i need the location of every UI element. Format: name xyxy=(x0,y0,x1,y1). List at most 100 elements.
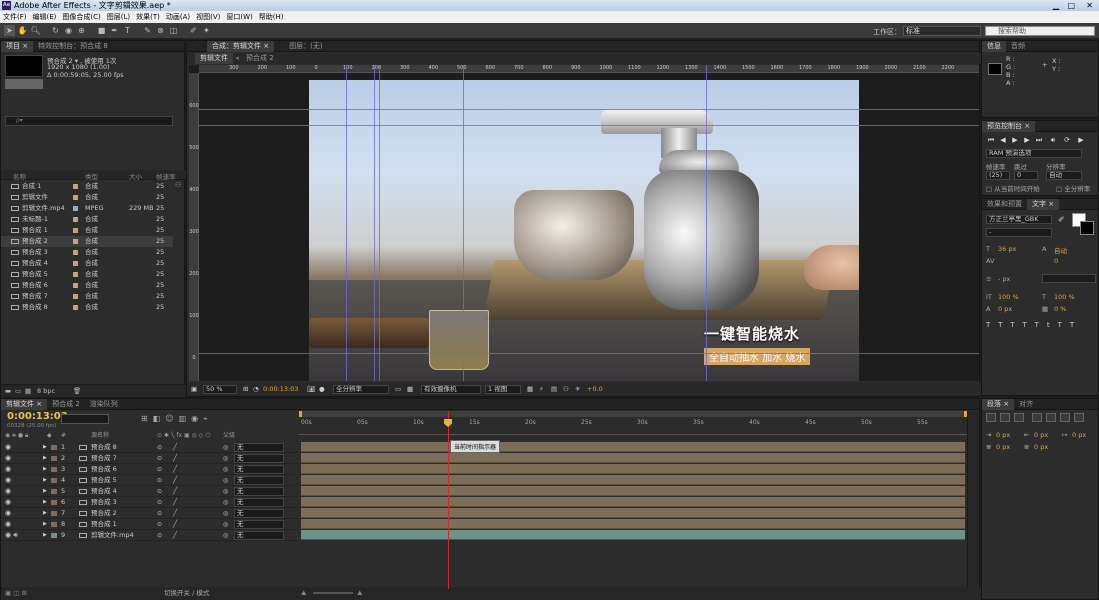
guide-line[interactable] xyxy=(463,65,464,381)
zoom-slider[interactable] xyxy=(313,592,353,594)
collapse-switch-icon[interactable]: ⊙ xyxy=(157,442,162,453)
layer-label-color[interactable] xyxy=(51,489,57,494)
fullscreen-checkbox[interactable]: □ 全分辨率 xyxy=(1056,183,1090,193)
justify-left-button[interactable] xyxy=(1032,413,1042,422)
quality-switch-icon[interactable]: ╱ xyxy=(173,497,177,508)
puppet-tool-icon[interactable]: ✦ xyxy=(201,25,212,36)
minimize-icon[interactable]: ▁ xyxy=(1053,0,1059,11)
expand-arrow-icon[interactable]: ▶ xyxy=(43,530,47,541)
timeline-icon[interactable]: ▤ xyxy=(551,383,557,396)
quality-switch-icon[interactable]: ╱ xyxy=(173,508,177,519)
column-name[interactable]: 名称 xyxy=(13,171,26,181)
layer-name[interactable]: 预合成 2 xyxy=(91,508,117,519)
tab-project[interactable]: 项目 × xyxy=(1,41,34,52)
camera-select[interactable]: 有效摄像机 xyxy=(421,385,481,394)
text-tool-icon[interactable]: T xyxy=(122,25,133,36)
toggle-pixel-aspect-icon[interactable]: ▦ xyxy=(527,383,533,396)
parent-select[interactable]: 无 xyxy=(234,454,284,463)
project-item[interactable]: 预合成 8 合成 25 xyxy=(1,302,173,313)
collapse-switch-icon[interactable]: ⊙ xyxy=(157,464,162,475)
label-color-swatch[interactable] xyxy=(73,294,78,299)
timeline-layer-row[interactable]: ◉ ▶ 3 预合成 6 ⊙ ╱ ◎ 无 xyxy=(1,464,297,475)
label-color-swatch[interactable] xyxy=(73,195,78,200)
visibility-eye-icon[interactable]: ◉ xyxy=(5,442,11,453)
timeline-search-input[interactable] xyxy=(61,414,109,424)
quality-switch-icon[interactable]: ╱ xyxy=(173,464,177,475)
collapse-switch-icon[interactable]: ⊙ xyxy=(157,486,162,497)
ruler-top[interactable]: 300 200 100 0 100 200 300 400 500 600 700 800 900 100… xyxy=(199,65,979,73)
visibility-eye-icon[interactable]: ◉ 🔊︎ xyxy=(5,530,18,541)
draft-3d-icon[interactable]: ◧ xyxy=(153,414,166,423)
quality-switch-icon[interactable]: ╱ xyxy=(173,486,177,497)
brush-tool-icon[interactable]: ✎ xyxy=(142,25,153,36)
column-size[interactable]: 大小 xyxy=(129,171,142,181)
from-current-checkbox[interactable]: □ 从当前时间开始 xyxy=(986,183,1040,193)
next-frame-icon[interactable]: ▶︎ xyxy=(1022,136,1032,145)
small-caps-button[interactable]: Tt xyxy=(1035,321,1058,329)
search-help-input[interactable]: 搜索帮助 xyxy=(985,26,1095,36)
menu-layer[interactable]: 图层(L) xyxy=(104,11,133,23)
menu-composition[interactable]: 图像合成(C) xyxy=(59,11,103,23)
parent-pickwhip-icon[interactable]: ◎ xyxy=(223,475,228,486)
parent-pickwhip-icon[interactable]: ◎ xyxy=(223,442,228,453)
tab-info[interactable]: 信息 xyxy=(982,41,1006,52)
project-item[interactable]: 剪辑文件 合成 25 xyxy=(1,192,173,203)
collapse-switch-icon[interactable]: ⊙ xyxy=(157,530,162,541)
parent-pickwhip-icon[interactable]: ◎ xyxy=(223,486,228,497)
timeline-layer-row[interactable]: ◉ ▶ 8 预合成 1 ⊙ ╱ ◎ 无 xyxy=(1,519,297,530)
label-color-swatch[interactable] xyxy=(73,283,78,288)
guide-line[interactable] xyxy=(706,65,707,381)
zoom-in-icon[interactable]: ⛰ xyxy=(357,587,362,599)
interpret-footage-icon[interactable]: ▬ xyxy=(5,385,11,397)
clone-tool-icon[interactable]: ⊗ xyxy=(155,25,166,36)
timeline-layer-row[interactable]: ◉ ▶ 5 预合成 4 ⊙ ╱ ◎ 无 xyxy=(1,486,297,497)
work-area-start-handle[interactable] xyxy=(299,411,302,417)
justify-right-button[interactable] xyxy=(1060,413,1070,422)
first-frame-icon[interactable]: ⏮ xyxy=(986,136,996,145)
align-left-button[interactable] xyxy=(986,413,996,422)
timeline-layer-row[interactable]: ◉ ▶ 1 预合成 8 ⊙ ╱ ◎ 无 xyxy=(1,442,297,453)
parent-select[interactable]: 无 xyxy=(234,498,284,507)
tab-character[interactable]: 文字 × xyxy=(1027,199,1060,210)
timeline-scrollbar[interactable] xyxy=(967,411,979,587)
zoom-select[interactable]: 50 % xyxy=(203,385,237,394)
source-name-column[interactable]: 源名称 xyxy=(91,431,109,441)
play-icon[interactable]: ▶︎ xyxy=(1010,136,1020,145)
font-family-select[interactable]: 方正兰亭黑_GBK xyxy=(986,215,1052,224)
project-item[interactable]: 预合成 1 合成 25 xyxy=(1,225,173,236)
frame-blending-icon[interactable]: ▥ xyxy=(179,414,192,423)
space-after-value[interactable]: 0 px xyxy=(1034,443,1048,451)
label-color-swatch[interactable] xyxy=(73,261,78,266)
project-item[interactable]: 预合成 2 合成 25 xyxy=(1,236,173,247)
workspace-select[interactable]: 标准 xyxy=(903,26,981,36)
layer-name[interactable]: 预合成 3 xyxy=(91,497,117,508)
region-of-interest-icon[interactable]: ▭ xyxy=(395,383,401,396)
superscript-button[interactable]: T xyxy=(1058,321,1070,329)
menu-effect[interactable]: 效果(T) xyxy=(133,11,163,23)
parent-select[interactable]: 无 xyxy=(234,509,284,518)
visibility-eye-icon[interactable]: ◉ xyxy=(5,475,11,486)
tab-preview[interactable]: 预览控制台 × xyxy=(982,121,1036,132)
layer-duration-bar[interactable] xyxy=(301,464,965,474)
tab-effect-controls[interactable]: 特效控制台：预合成 8 xyxy=(33,41,113,52)
skip-select[interactable]: 0 xyxy=(1014,171,1038,180)
label-color-swatch[interactable] xyxy=(73,239,78,244)
justify-center-button[interactable] xyxy=(1046,413,1056,422)
toggle-switches-modes-button[interactable]: 切换开关 / 模式 xyxy=(164,587,209,599)
collapse-switch-icon[interactable]: ⊙ xyxy=(157,497,162,508)
zoom-tool-icon[interactable]: 🔍︎ xyxy=(30,25,41,36)
column-type[interactable]: 类型 xyxy=(85,171,98,181)
fast-preview-icon[interactable]: ⚡ xyxy=(539,383,544,396)
current-timecode[interactable]: 0:00:13:03 xyxy=(7,411,68,422)
quality-switch-icon[interactable]: ╱ xyxy=(173,453,177,464)
layer-name[interactable]: 预合成 6 xyxy=(91,464,117,475)
layer-name[interactable]: 预合成 5 xyxy=(91,475,117,486)
indent-left-value[interactable]: 0 px xyxy=(996,431,1010,439)
comp-current-time[interactable]: 0:00:13:03 xyxy=(263,383,299,396)
tracking-value[interactable]: 0 xyxy=(1054,257,1058,265)
guide-line[interactable] xyxy=(374,65,375,381)
composition-viewer[interactable]: 300 200 100 0 100 200 300 400 500 600 700 800 900 100… xyxy=(189,65,979,381)
layer-duration-bar[interactable] xyxy=(301,475,965,485)
eraser-tool-icon[interactable]: ◫ xyxy=(168,25,179,36)
layer-name[interactable]: 预合成 1 xyxy=(91,519,117,530)
